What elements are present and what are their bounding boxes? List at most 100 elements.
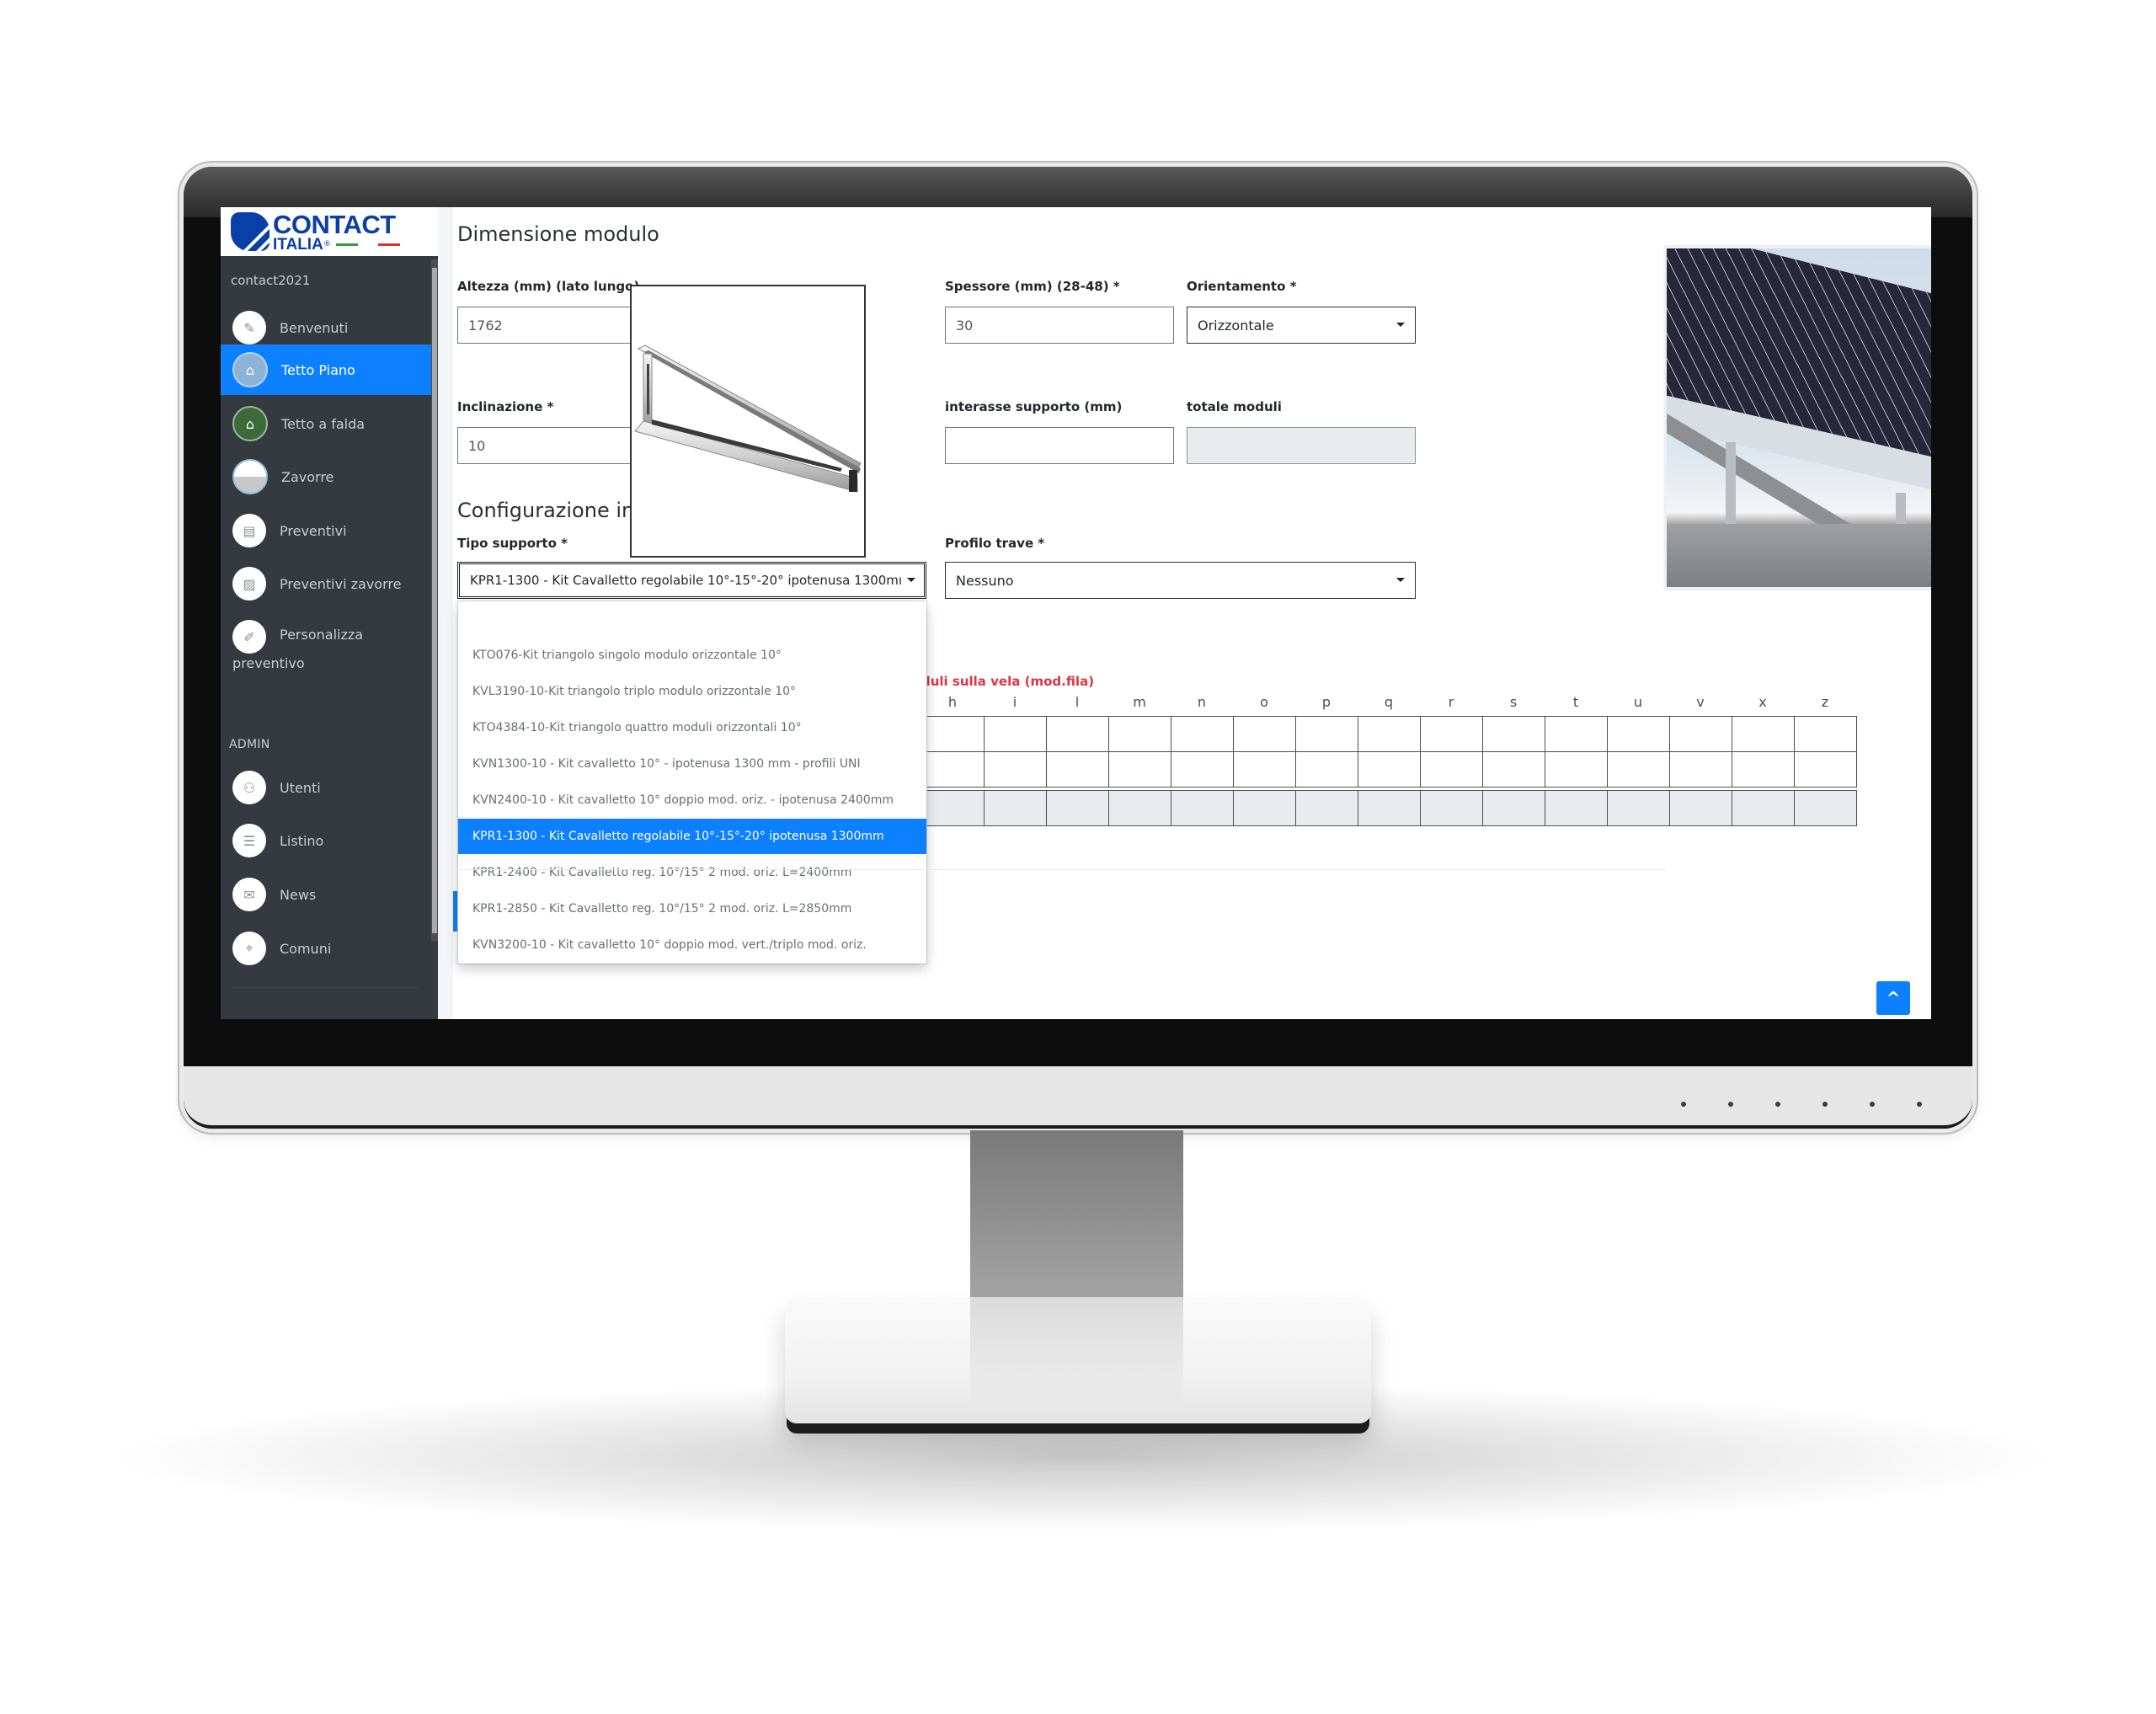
users-icon: ⚇ [232,771,266,804]
grid-input-cell[interactable] [1046,716,1109,752]
logo-mark-icon [231,212,270,251]
grid-input-cell[interactable] [1545,751,1608,788]
logo[interactable]: CONTACT ITALIA ® [221,207,438,256]
dropdown-option[interactable]: KVL3190-10-Kit triangolo triplo modulo o… [458,674,926,709]
grid-column-header: u [1633,694,1643,710]
grid-column-header: h [947,694,958,710]
sidebar-item-label: Listino [280,832,324,849]
grid-column-header: p [1321,694,1331,710]
logo-italia-text: ITALIA [273,235,323,254]
dropdown-option[interactable]: KVN3200-10 - Kit cavalletto 10° doppio m… [458,927,926,963]
registered-mark: ® [323,239,331,248]
sidebar-item-tetto-piano[interactable]: ⌂ Tetto Piano [221,344,431,395]
grid-input-cell[interactable] [1171,716,1234,752]
grid-total-cell [1607,790,1670,826]
sidebar-item-listino[interactable]: ☰ Listino [221,814,431,867]
sidebar-item-preventivi-zavorre[interactable]: ▨ Preventivi zavorre [221,558,431,610]
grid-input-cell[interactable] [984,716,1047,752]
grid-total-cell [1171,790,1234,826]
grid-total-cell [1295,790,1358,826]
sidebar-item-comuni[interactable]: ⌖ Comuni [221,922,431,974]
orientamento-select[interactable]: Orizzontale [1187,307,1416,344]
grid-input-cell[interactable] [1046,751,1109,788]
spessore-input[interactable]: 30 [945,307,1174,344]
flat-roof-icon: ⌂ [232,352,268,387]
dropdown-option-selected[interactable]: KPR1-1300 - Kit Cavalletto regolabile 10… [458,819,926,854]
grid-column-header: l [1075,694,1080,710]
support-bracket-image [634,344,862,493]
tipo-supporto-dropdown: KTO076-Kit triangolo singolo modulo oriz… [458,601,926,964]
label-spessore: Spessore (mm) (28-48) * [945,279,1120,294]
grid-column-header: n [1197,694,1207,710]
grid-input-cell[interactable] [1732,751,1795,788]
grid-input-cell[interactable] [921,716,985,752]
dropdown-option[interactable]: KTO076-Kit triangolo singolo modulo oriz… [458,638,926,673]
grid-input-cell[interactable] [1545,716,1608,752]
monitor-button-dot [1775,1102,1780,1107]
sidebar-item-utenti[interactable]: ⚇ Utenti [221,761,431,814]
chevron-down-icon [907,578,915,582]
admin-heading: ADMIN [229,738,270,751]
scroll-to-top-button[interactable]: ^ [1876,981,1910,1015]
grid-column-header: x [1758,694,1767,710]
sidebar-item-news[interactable]: ✉ News [221,868,431,921]
grid-input-cell[interactable] [1669,716,1732,752]
grid-input-cell[interactable] [984,751,1047,788]
grid-input-cell[interactable] [1358,751,1421,788]
grid-input-cell[interactable] [1794,716,1857,752]
sidebar-item-tetto-a-falda[interactable]: ⌂ Tetto a falda [221,398,431,450]
welcome-icon: ✎ [232,311,266,344]
grid-input-cell[interactable] [1295,716,1358,752]
sidebar-item-personalizza-preventivo[interactable]: ✐ Personalizza preventivo [221,611,431,679]
monitor-button-dot [1822,1102,1828,1107]
dropdown-option[interactable]: KTO4384-10-Kit triangolo quattro moduli … [458,710,926,745]
logo-contact-text: CONTACT [273,209,396,239]
grid-input-cell[interactable] [1794,751,1857,788]
grid-input-cell[interactable] [1108,751,1171,788]
grid-input-cell[interactable] [1233,751,1296,788]
grid-column-header: m [1133,694,1146,710]
grid-input-cell[interactable] [921,751,985,788]
grid-input-cell[interactable] [1607,716,1670,752]
sidebar-scrollbar[interactable] [431,259,438,942]
profilo-trave-select[interactable]: Nessuno [945,562,1416,599]
monitor-buttons [1681,1102,1922,1107]
grid-total-cell [1482,790,1545,826]
grid-input-cell[interactable] [1420,751,1483,788]
dropdown-option[interactable] [458,601,926,635]
sidebar-scrollbar-thumb[interactable] [432,268,437,933]
grid-input-cell[interactable] [1358,716,1421,752]
ballast-icon [232,459,268,494]
grid-input-cell[interactable] [1482,751,1545,788]
dropdown-option[interactable]: KPR1-2850 - Kit Cavalletto reg. 10°/15° … [458,891,926,926]
grid-input-cell[interactable] [1732,716,1795,752]
dropdown-option[interactable]: KVN1300-10 - Kit cavalletto 10° - ipoten… [458,746,926,782]
mail-icon: ✉ [232,878,266,911]
chevron-down-icon [1396,323,1405,327]
grid-input-cell[interactable] [1108,716,1171,752]
monitor-button-dot [1870,1102,1875,1107]
sidebar-item-preventivi[interactable]: ▤ Preventivi [221,505,431,557]
grid-column-header: t [1572,694,1579,710]
profilo-trave-value: Nessuno [956,572,1014,589]
grid-input-cell[interactable] [1233,716,1296,752]
dropdown-option[interactable]: KPR1-2400 - Kit Cavalletto reg. 10°/15° … [458,855,926,890]
grid-input-cell[interactable] [1171,751,1234,788]
dropdown-option[interactable]: KVN2400-10 - Kit cavalletto 10° doppio m… [458,782,926,818]
grid-column-header: o [1260,694,1268,710]
grid-column-header: z [1821,694,1829,710]
grid-input-cell[interactable] [1482,716,1545,752]
sidebar: CONTACT ITALIA ® contact2021 ✎ Benvenuti… [221,207,438,1019]
grid-input-cell[interactable] [1669,751,1732,788]
grid-input-cell[interactable] [1420,716,1483,752]
sidebar-item-zavorre[interactable]: Zavorre [221,451,431,503]
grid-input-cell[interactable] [1295,751,1358,788]
content-gutter [438,207,453,1019]
interasse-input[interactable] [945,427,1174,464]
document-icon: ▤ [232,514,266,547]
tipo-supporto-select[interactable]: KPR1-1300 - Kit Cavalletto regolabile 10… [457,562,926,599]
grid-input-cell[interactable] [1607,751,1670,788]
monitor-stand-base [785,1297,1371,1423]
totale-moduli-input [1187,427,1416,464]
sidebar-item-label: Personalizza [280,627,364,643]
